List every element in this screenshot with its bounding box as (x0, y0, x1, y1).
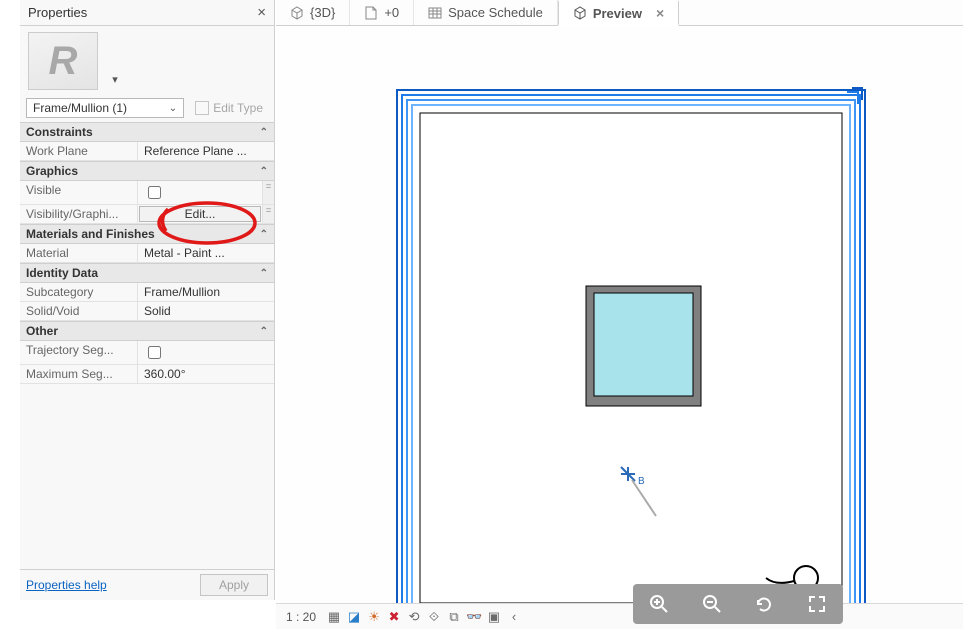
grid-icon (428, 6, 442, 20)
cube-icon (290, 6, 304, 20)
tab-label: Space Schedule (448, 5, 543, 20)
edit-type-label: Edit Type (213, 101, 263, 115)
close-icon[interactable]: × (257, 4, 266, 21)
properties-panel: Properties × R ▾ Frame/Mullion (1) ⌄ Edi… (20, 0, 275, 600)
type-selector-row: Frame/Mullion (1) ⌄ Edit Type (20, 96, 274, 122)
crop-icon[interactable]: ⟐ (426, 609, 442, 625)
row-subcategory[interactable]: Subcategory Frame/Mullion (20, 283, 274, 302)
rotate-icon[interactable] (753, 593, 775, 615)
row-visible[interactable]: Visible = (20, 181, 274, 205)
type-thumbnail: R (28, 32, 98, 90)
collapse-icon: ⌃ (260, 229, 268, 240)
detail-level-icon[interactable]: ▦ (326, 609, 342, 625)
row-max-seg[interactable]: Maximum Seg... 360.00° (20, 365, 274, 384)
reveal-icon[interactable]: ▣ (486, 609, 502, 625)
type-thumbnail-row: R ▾ (20, 26, 274, 96)
properties-help-link[interactable]: Properties help (26, 578, 107, 592)
svg-text:B: B (638, 476, 645, 487)
row-side-handle: = (262, 205, 274, 223)
revit-logo-icon: R (49, 39, 78, 84)
group-header-graphics[interactable]: Graphics ⌃ (20, 161, 274, 181)
edit-type-button[interactable]: Edit Type (190, 98, 268, 118)
overlay-zoom-toolbar (633, 584, 843, 624)
group-header-constraints[interactable]: Constraints ⌃ (20, 122, 274, 142)
property-grid: Constraints ⌃ Work Plane Reference Plane… (20, 122, 274, 384)
chevron-down-icon[interactable]: ▾ (106, 73, 124, 86)
tab-label: Preview (593, 6, 642, 21)
type-selector[interactable]: Frame/Mullion (1) ⌄ (26, 98, 184, 118)
apply-button[interactable]: Apply (200, 574, 268, 596)
zoom-in-icon[interactable] (648, 593, 670, 615)
view-control-bar: 1 : 20 ▦ ◪ ☀ ✖ ⟲ ⟐ ⧉ 👓 ▣ ‹ (276, 603, 963, 629)
panel-title-bar: Properties × (20, 0, 274, 26)
zoom-out-icon[interactable] (701, 593, 723, 615)
row-solid-void[interactable]: Solid/Void Solid (20, 302, 274, 321)
collapse-icon: ⌃ (260, 166, 268, 177)
preview-viewport[interactable]: B (276, 26, 963, 603)
tab-plus0[interactable]: +0 (350, 0, 414, 25)
tab-3d[interactable]: {3D} (276, 0, 350, 25)
type-selector-label: Frame/Mullion (1) (33, 101, 127, 115)
collapse-icon: ⌃ (260, 326, 268, 337)
tab-space-schedule[interactable]: Space Schedule (414, 0, 558, 25)
tab-preview[interactable]: Preview × (558, 0, 679, 26)
trajectory-checkbox[interactable] (148, 346, 161, 359)
expand-icon[interactable] (806, 593, 828, 615)
collapse-icon: ⌃ (260, 268, 268, 279)
view-scale[interactable]: 1 : 20 (286, 610, 316, 624)
tab-label: {3D} (310, 5, 335, 20)
close-icon[interactable]: × (656, 5, 664, 21)
hide-isolate-icon[interactable]: 👓 (466, 609, 482, 625)
tab-label: +0 (384, 5, 399, 20)
chevron-down-icon: ⌄ (169, 103, 177, 114)
more-icon[interactable]: ‹ (506, 609, 522, 625)
group-header-materials[interactable]: Materials and Finishes ⌃ (20, 224, 274, 244)
sun-path-icon[interactable]: ☀ (366, 609, 382, 625)
shadows-icon[interactable]: ✖ (386, 609, 402, 625)
view-tool-icons: ▦ ◪ ☀ ✖ ⟲ ⟐ ⧉ 👓 ▣ ‹ (326, 609, 522, 625)
rendering-icon[interactable]: ⟲ (406, 609, 422, 625)
visual-style-icon[interactable]: ◪ (346, 609, 362, 625)
collapse-icon: ⌃ (260, 127, 268, 138)
visible-checkbox[interactable] (148, 186, 161, 199)
row-material[interactable]: Material Metal - Paint ... (20, 244, 274, 263)
doc-icon (364, 6, 378, 20)
cube-icon (573, 6, 587, 20)
edit-visibility-button[interactable]: Edit... (139, 206, 261, 222)
row-work-plane[interactable]: Work Plane Reference Plane ... (20, 142, 274, 161)
row-trajectory[interactable]: Trajectory Seg... (20, 341, 274, 365)
edit-type-icon (195, 101, 209, 115)
row-side-handle: = (262, 181, 274, 204)
group-header-identity[interactable]: Identity Data ⌃ (20, 263, 274, 283)
group-header-other[interactable]: Other ⌃ (20, 321, 274, 341)
door-model: B (396, 86, 866, 603)
panel-title: Properties (28, 5, 87, 20)
panel-footer: Properties help Apply (20, 569, 274, 600)
view-tabs: {3D} +0 Space Schedule Preview × (276, 0, 963, 26)
crop-region-icon[interactable]: ⧉ (446, 609, 462, 625)
row-visibility-overrides[interactable]: Visibility/Graphi... Edit... = (20, 205, 274, 224)
